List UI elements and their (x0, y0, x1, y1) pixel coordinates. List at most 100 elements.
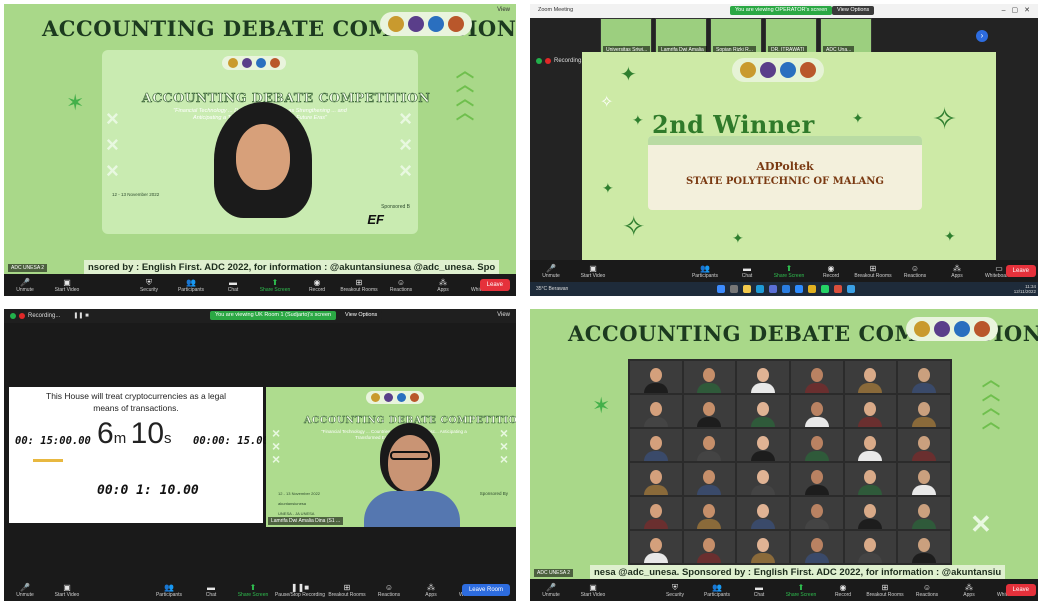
participant-video-tile[interactable] (683, 463, 736, 495)
leave-room-button[interactable]: Leave Room (461, 584, 510, 596)
leave-button[interactable]: Leave (479, 279, 510, 291)
unmute-button[interactable]: 🎤 Unmute (4, 579, 46, 601)
breakout-rooms-button[interactable]: ⊞ Breakout Rooms (864, 579, 906, 601)
participant-video-tile[interactable] (844, 395, 897, 427)
reactions-button[interactable]: ☺ Reactions (906, 579, 948, 601)
pause-stop-recording-button[interactable]: ❚❚■ Pause/Stop Recording (274, 579, 326, 601)
participant-video-tile[interactable] (630, 531, 682, 563)
reactions-button[interactable]: ☺ Reactions (380, 274, 422, 296)
participant-video-tile[interactable] (844, 463, 897, 495)
participant-video-tile[interactable] (898, 429, 950, 461)
participants-button[interactable]: 👥 Participants (696, 579, 738, 601)
apps-button[interactable]: ⁂ Apps (948, 579, 990, 601)
breakout-rooms-button[interactable]: ⊞ Breakout Rooms (326, 579, 368, 601)
store-icon[interactable] (769, 285, 777, 293)
file-explorer-icon[interactable] (743, 285, 751, 293)
participant-video-tile[interactable] (683, 429, 736, 461)
share-screen-button[interactable]: ⬆ Share Screen (232, 579, 274, 601)
start-video-button[interactable]: ▣ Start Video (46, 274, 88, 296)
participants-button[interactable]: 👥 Participants (170, 274, 212, 296)
participant-video-tile[interactable] (844, 497, 897, 529)
participant-thumbnail[interactable]: ADC Una... (820, 18, 872, 56)
participant-video-tile[interactable] (737, 429, 789, 461)
zoom-app-icon[interactable] (795, 285, 803, 293)
app-icon[interactable] (834, 285, 842, 293)
view-options-button[interactable]: View Options (340, 311, 383, 320)
unmute-button[interactable]: 🎤 Unmute (530, 579, 572, 601)
start-menu-icon[interactable] (717, 285, 725, 293)
record-button[interactable]: ◉ Record (810, 260, 852, 282)
participant-video-tile[interactable] (791, 361, 843, 393)
participant-thumbnail[interactable]: Sopian Rizki R... (710, 18, 762, 56)
participants-button[interactable]: 👥 Participants (148, 579, 190, 601)
chrome-icon[interactable] (808, 285, 816, 293)
leave-button[interactable]: Leave (1005, 265, 1036, 277)
chat-button[interactable]: ▬ Chat (726, 260, 768, 282)
view-options-button[interactable]: View Options (832, 6, 875, 15)
start-video-button[interactable]: ▣ Start Video (572, 579, 614, 601)
search-icon[interactable] (730, 285, 738, 293)
participant-video-tile[interactable] (737, 395, 789, 427)
participant-video-tile[interactable] (844, 361, 897, 393)
view-button[interactable]: View (497, 7, 510, 13)
chat-button[interactable]: ▬ Chat (738, 579, 780, 601)
participant-video-tile[interactable] (630, 497, 682, 529)
view-button[interactable]: View (497, 312, 510, 318)
participant-video-tile[interactable] (737, 463, 789, 495)
participant-video-tile[interactable] (844, 429, 897, 461)
participant-video-tile[interactable] (737, 361, 789, 393)
next-page-arrow-icon[interactable]: › (976, 30, 988, 42)
share-screen-button[interactable]: ⬆ Share Screen (780, 579, 822, 601)
leave-button[interactable]: Leave (1005, 584, 1036, 596)
apps-button[interactable]: ⁂ Apps (936, 260, 978, 282)
reactions-button[interactable]: ☺ Reactions (368, 579, 410, 601)
participant-video-tile[interactable] (630, 395, 682, 427)
chat-button[interactable]: ▬ Chat (212, 274, 254, 296)
reactions-button[interactable]: ☺ Reactions (894, 260, 936, 282)
record-button[interactable]: ◉ Record (822, 579, 864, 601)
participant-video-tile[interactable] (630, 361, 682, 393)
apps-button[interactable]: ⁂ Apps (410, 579, 452, 601)
unmute-button[interactable]: 🎤 Unmute (4, 274, 46, 296)
mail-icon[interactable] (782, 285, 790, 293)
participant-video-tile[interactable] (683, 531, 736, 563)
start-video-button[interactable]: ▣ Start Video (572, 260, 614, 282)
record-button[interactable]: ◉ Record (296, 274, 338, 296)
participant-video-tile[interactable] (898, 395, 950, 427)
participant-thumbnail[interactable]: DR. ITRAWATI (765, 18, 817, 56)
participant-video-tile[interactable] (630, 463, 682, 495)
participant-video-tile[interactable] (683, 395, 736, 427)
participant-video-tile[interactable] (791, 429, 843, 461)
app-icon[interactable] (847, 285, 855, 293)
apps-button[interactable]: ⁂ Apps (422, 274, 464, 296)
participant-video-tile[interactable] (898, 361, 950, 393)
participant-video-tile[interactable] (898, 531, 950, 563)
breakout-rooms-button[interactable]: ⊞ Breakout Rooms (338, 274, 380, 296)
participants-button[interactable]: 👥 Participants (684, 260, 726, 282)
participant-video-tile[interactable] (630, 429, 682, 461)
participant-video-tile[interactable] (791, 395, 843, 427)
participant-body (751, 383, 776, 393)
start-video-button[interactable]: ▣ Start Video (46, 579, 88, 601)
participant-video-tile[interactable] (791, 531, 843, 563)
participant-video-tile[interactable] (683, 497, 736, 529)
participant-video-tile[interactable] (898, 497, 950, 529)
whatsapp-icon[interactable] (821, 285, 829, 293)
participant-video-tile[interactable] (791, 497, 843, 529)
share-screen-button[interactable]: ⬆ Share Screen (254, 274, 296, 296)
participant-video-tile[interactable] (898, 463, 950, 495)
security-button[interactable]: ⛨ Security (128, 274, 170, 296)
participant-thumbnail[interactable]: Universitas Sriwi... (600, 18, 652, 56)
security-button[interactable]: ⛨ Security (654, 579, 696, 601)
chat-button[interactable]: ▬ Chat (190, 579, 232, 601)
edge-browser-icon[interactable] (756, 285, 764, 293)
participant-video-tile[interactable] (844, 531, 897, 563)
unmute-button[interactable]: 🎤 Unmute (530, 260, 572, 282)
participant-video-tile[interactable] (683, 361, 736, 393)
participant-video-tile[interactable] (791, 463, 843, 495)
share-screen-button[interactable]: ⬆ Share Screen (768, 260, 810, 282)
participant-video-tile[interactable] (737, 497, 789, 529)
participant-thumbnail[interactable]: Lamrifa Dwi Amalia (655, 18, 707, 56)
participant-video-tile[interactable] (737, 531, 789, 563)
breakout-rooms-button[interactable]: ⊞ Breakout Rooms (852, 260, 894, 282)
